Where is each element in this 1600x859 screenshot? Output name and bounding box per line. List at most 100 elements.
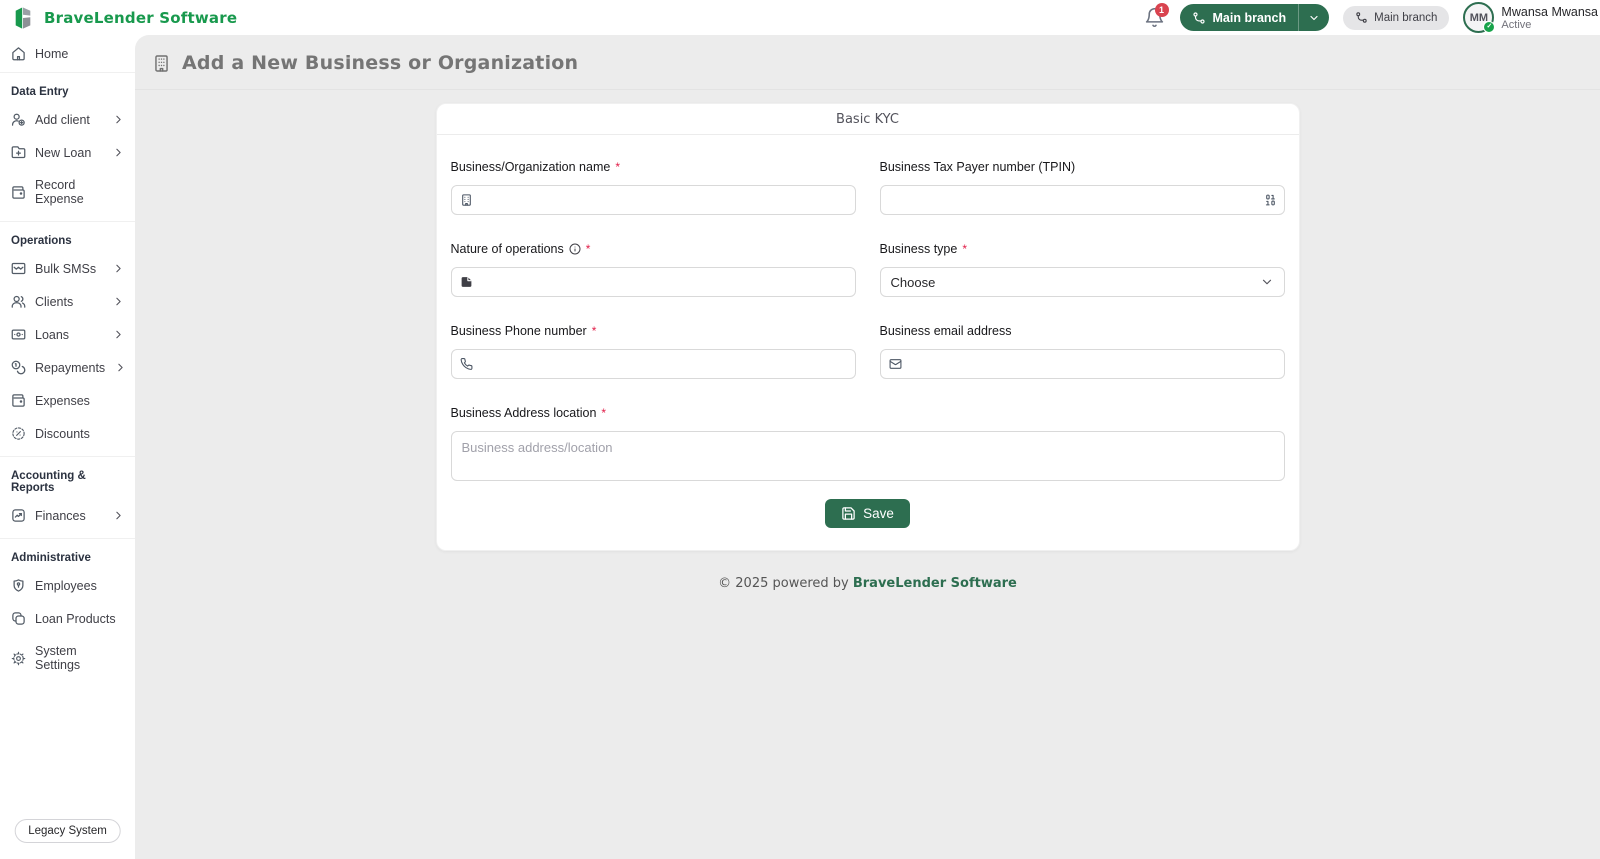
brand-logo-icon [15,6,31,29]
chevron-right-icon [112,328,125,341]
user-status: Active [1501,18,1532,31]
nature-of-operations-input[interactable] [450,267,856,297]
banknote-icon [11,329,26,340]
sidebar-item-home[interactable]: Home [0,35,135,73]
current-branch-pill[interactable]: Main branch [1343,5,1450,30]
sidebar-item-add-client[interactable]: Add client [0,103,135,136]
sidebar-section-title: Operations [11,235,72,247]
sidebar-item-new-loan[interactable]: New Loan [0,136,135,169]
brand-name: BraveLender Software [44,8,238,27]
info-icon[interactable] [569,243,581,255]
sidebar-item-label: System Settings [35,644,81,672]
sidebar-section-title: Accounting & Reports [11,470,86,494]
sidebar-item-label: Discounts [35,426,90,441]
sidebar-item-label: Loans [35,327,70,342]
basic-kyc-card: Basic KYC Business/Organization name * B… [435,103,1300,551]
sidebar-item-label: Repayments [35,360,106,375]
sidebar-section-title: Administrative [11,552,91,564]
sidebar-item-discounts[interactable]: Discounts [0,417,135,450]
sidebar-item-loans[interactable]: Loans [0,318,135,351]
chevron-right-icon [112,113,125,126]
business-name-label: Business/Organization name [450,160,611,174]
page-title: Add a New Business or Organization [182,52,579,74]
active-check-icon: ✓ [1483,21,1496,33]
sidebar-item-bulk-smss[interactable]: Bulk SMSs [0,252,135,285]
chevron-right-icon [112,146,125,159]
wallet-icon [12,394,25,407]
footer: © 2025 powered by BraveLender Software [135,576,1600,591]
wallet-icon [12,185,25,199]
tpin-input[interactable] [879,185,1285,215]
save-button-label: Save [863,506,894,521]
chevron-down-icon [1310,15,1318,20]
branch-icon [1356,12,1367,23]
branch-selector-button[interactable]: Main branch [1179,4,1330,31]
legacy-system-button[interactable]: Legacy System [14,819,121,843]
address-textarea[interactable] [450,431,1285,481]
user-name: Mwansa Mwansa [1501,4,1598,19]
sidebar-item-label: Home [35,46,69,61]
building-icon [460,194,473,207]
email-label: Business email address [879,324,1012,338]
required-marker: * [585,242,591,256]
sidebar-section-administrative: Administrative Employees Loan Products S… [0,539,135,687]
email-input[interactable] [879,349,1285,379]
sidebar-item-finances[interactable]: Finances [0,499,135,532]
sidebar-item-loan-products[interactable]: Loan Products [0,602,135,635]
sidebar-item-label: Clients [35,294,74,309]
sidebar-item-employees[interactable]: Employees [0,569,135,602]
business-type-value: Choose [890,274,936,290]
sidebar-item-label: Finances [35,508,86,523]
products-icon [12,612,25,625]
business-name-input[interactable] [450,185,856,215]
sidebar-item-expenses[interactable]: Expenses [0,384,135,417]
save-button[interactable]: Save [825,499,910,528]
gear-icon [11,651,26,665]
folder-plus-icon [11,146,26,159]
sidebar-item-label: Employees [35,578,97,593]
percent-icon [12,427,25,440]
note-icon [460,276,473,289]
current-branch-label: Main branch [1374,11,1438,24]
branch-icon [1192,11,1205,24]
phone-field-group: Business Phone number * [450,324,856,379]
user-menu[interactable]: MM ✓ Mwansa Mwansa Active [1463,2,1598,33]
main-content: Add a New Business or Organization Basic… [135,35,1600,859]
sidebar-item-record-expense[interactable]: Record Expense [0,169,135,215]
required-marker: * [591,324,597,338]
card-title: Basic KYC [436,104,1299,135]
employee-badge-icon [13,579,24,592]
sidebar-section-operations: Operations Bulk SMSs Clients Loans Repay… [0,222,135,457]
sidebar-item-label: Record Expense [35,178,84,206]
binary-icon [1264,194,1277,207]
save-icon [842,507,855,520]
sidebar-section-accounting: Accounting & Reports Finances [0,457,135,539]
coins-icon [11,360,26,375]
footer-brand-link[interactable]: BraveLender Software [853,576,1017,591]
sidebar-item-repayments[interactable]: Repayments [0,351,135,384]
business-name-field-group: Business/Organization name * [450,160,856,215]
sidebar-item-label: New Loan [35,145,92,160]
branch-selector-caret[interactable] [1298,4,1329,31]
chevron-right-icon [114,361,127,374]
tpin-label: Business Tax Payer number (TPIN) [879,160,1076,174]
chevron-right-icon [112,509,125,522]
tpin-field-group: Business Tax Payer number (TPIN) [879,160,1285,215]
address-field-group: Business Address location * [450,406,1285,486]
sidebar-item-label: Add client [35,112,90,127]
sidebar-item-label: Bulk SMSs [35,261,97,276]
branch-selector-main[interactable]: Main branch [1180,11,1299,25]
footer-text: © 2025 powered by [718,576,849,591]
phone-input[interactable] [450,349,856,379]
business-type-select[interactable]: Choose [879,267,1285,297]
sidebar-item-system-settings[interactable]: System Settings [0,635,135,681]
home-icon [12,47,25,61]
sidebar-item-clients[interactable]: Clients [0,285,135,318]
required-marker: * [615,160,620,174]
building-icon [152,54,171,73]
required-marker: * [601,406,607,420]
branch-selector-label: Main branch [1212,10,1287,25]
chevron-down-icon [1260,275,1274,289]
notifications-button[interactable]: 1 [1144,2,1169,29]
phone-icon [460,358,473,371]
